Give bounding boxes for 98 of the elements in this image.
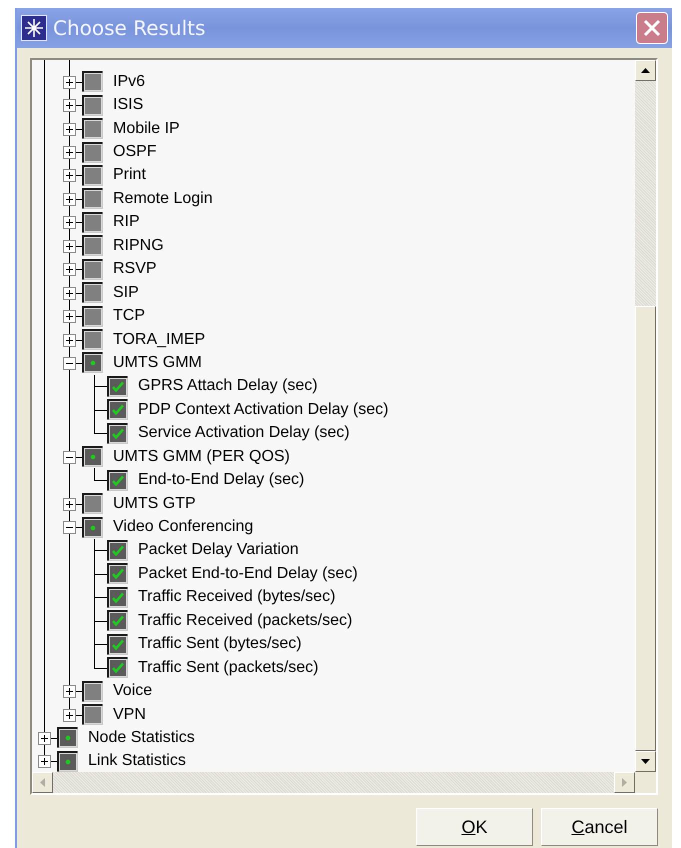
checked-checkbox[interactable] — [107, 470, 128, 491]
tree-item[interactable]: Print — [113, 166, 146, 184]
tree-item[interactable]: Traffic Sent (bytes/sec) — [138, 635, 302, 654]
tree-item[interactable]: Traffic Sent (packets/sec) — [138, 658, 319, 677]
vertical-scrollbar[interactable] — [635, 60, 656, 772]
unchecked-checkbox[interactable] — [82, 118, 103, 140]
expand-icon[interactable] — [63, 146, 76, 160]
partial-checkbox[interactable] — [82, 516, 103, 538]
tree-item[interactable]: IPv6 — [113, 72, 146, 91]
tree-item[interactable]: Service Activation Delay (sec) — [138, 424, 350, 442]
scroll-right-button[interactable] — [614, 772, 635, 793]
right-arrow-icon — [622, 778, 627, 787]
tree-item[interactable]: End-to-End Delay (sec) — [138, 471, 304, 490]
checked-checkbox[interactable] — [107, 634, 128, 655]
tree-item[interactable]: PDP Context Activation Delay (sec) — [138, 400, 388, 419]
checked-checkbox[interactable] — [107, 540, 128, 561]
expand-icon[interactable] — [38, 755, 51, 768]
tree-item[interactable]: Video Conferencing — [113, 518, 254, 536]
scroll-thumb[interactable] — [635, 306, 656, 751]
tree-item[interactable]: UMTS GTP — [113, 494, 196, 513]
unchecked-checkbox[interactable] — [82, 282, 103, 304]
unchecked-checkbox[interactable] — [82, 188, 103, 210]
window-title: Choose Results — [53, 16, 206, 40]
expand-icon[interactable] — [63, 685, 76, 698]
expand-icon[interactable] — [63, 122, 76, 136]
expand-icon[interactable] — [63, 99, 76, 112]
partial-checkbox[interactable] — [82, 352, 103, 374]
dialog-button[interactable]: Cancel — [541, 808, 658, 846]
expand-icon[interactable] — [63, 310, 76, 324]
unchecked-checkbox[interactable] — [82, 212, 103, 233]
partial-checkbox[interactable] — [57, 727, 78, 748]
expand-icon[interactable] — [63, 708, 76, 722]
tree-item[interactable]: SIP — [113, 284, 139, 302]
unchecked-checkbox[interactable] — [82, 142, 103, 163]
scroll-left-button[interactable] — [32, 772, 53, 793]
close-icon — [642, 18, 662, 38]
unchecked-checkbox[interactable] — [82, 258, 103, 280]
unchecked-checkbox[interactable] — [82, 306, 103, 327]
checked-checkbox[interactable] — [107, 563, 128, 584]
tree-item[interactable]: Traffic Received (bytes/sec) — [138, 588, 336, 606]
tree-item[interactable]: Traffic Received (packets/sec) — [138, 612, 352, 630]
unchecked-checkbox[interactable] — [82, 71, 103, 92]
partial-checkbox[interactable] — [57, 750, 78, 772]
tree-item[interactable]: UMTS GMM — [113, 354, 202, 372]
tree-item[interactable]: Link Statistics — [88, 752, 186, 770]
collapse-icon[interactable] — [63, 356, 76, 370]
scrollbar-corner — [635, 772, 656, 793]
checked-checkbox[interactable] — [107, 399, 128, 420]
expand-icon[interactable] — [63, 498, 76, 511]
tree-item[interactable]: RIPNG — [113, 236, 164, 255]
checked-checkbox[interactable] — [107, 657, 128, 678]
checked-checkbox[interactable] — [107, 586, 128, 608]
unchecked-checkbox[interactable] — [82, 164, 103, 186]
checked-checkbox[interactable] — [107, 610, 128, 632]
unchecked-checkbox[interactable] — [82, 704, 103, 726]
scroll-up-button[interactable] — [635, 60, 656, 81]
expand-icon[interactable] — [63, 216, 76, 230]
unchecked-checkbox[interactable] — [82, 680, 103, 702]
tree-item[interactable]: ISIS — [113, 96, 144, 114]
expand-icon[interactable] — [63, 334, 76, 347]
star-icon — [21, 15, 47, 41]
left-arrow-icon — [40, 778, 45, 787]
tree-item[interactable]: UMTS GMM (PER QOS) — [113, 448, 290, 466]
tree-item[interactable]: TORA_IMEP — [113, 330, 206, 349]
expand-icon[interactable] — [63, 192, 76, 206]
down-arrow-icon — [641, 759, 650, 764]
expand-icon[interactable] — [63, 169, 76, 182]
tree-item[interactable]: OSPF — [113, 143, 157, 162]
dialog-button[interactable]: OK — [416, 808, 533, 846]
expand-icon[interactable] — [63, 240, 76, 253]
unchecked-checkbox[interactable] — [82, 94, 103, 116]
expand-icon[interactable] — [63, 286, 76, 300]
expand-icon[interactable] — [38, 732, 51, 745]
unchecked-checkbox[interactable] — [82, 329, 103, 350]
close-button[interactable] — [636, 12, 668, 44]
tree-item[interactable]: Packet End-to-End Delay (sec) — [138, 564, 358, 583]
tree-item[interactable]: Voice — [113, 682, 152, 700]
horizontal-scrollbar[interactable] — [32, 772, 635, 793]
partial-checkbox[interactable] — [82, 446, 103, 468]
tree-item[interactable]: Mobile IP — [113, 120, 180, 138]
tree-item[interactable]: Remote Login — [113, 190, 213, 208]
checked-checkbox[interactable] — [107, 422, 128, 444]
tree-item[interactable]: Packet Delay Variation — [138, 541, 299, 560]
tree-item[interactable]: TCP — [113, 307, 145, 326]
tree-item[interactable]: RIP — [113, 213, 140, 232]
scroll-down-button[interactable] — [635, 751, 656, 772]
collapse-icon[interactable] — [63, 521, 76, 534]
unchecked-checkbox[interactable] — [82, 493, 103, 514]
up-arrow-icon — [641, 68, 650, 73]
tree-item[interactable]: VPN — [113, 706, 146, 724]
expand-icon[interactable] — [63, 263, 76, 276]
tree-item[interactable]: RSVP — [113, 260, 157, 278]
unchecked-checkbox[interactable] — [82, 235, 103, 256]
tree-item[interactable]: GPRS Attach Delay (sec) — [138, 377, 318, 396]
checked-checkbox[interactable] — [107, 376, 128, 397]
tree-item[interactable]: Node Statistics — [88, 728, 195, 747]
expand-icon[interactable] — [63, 76, 76, 89]
collapse-icon[interactable] — [63, 450, 76, 464]
